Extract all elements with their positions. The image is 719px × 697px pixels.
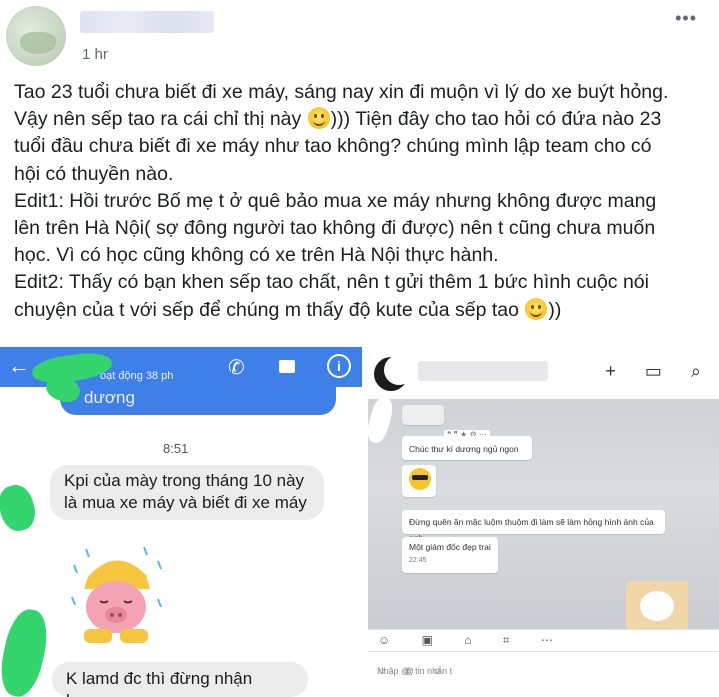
post-line: lên trên Hà Nội( sợ đông người tao không… — [14, 217, 656, 240]
post-line: Edit2: Thấy có bạn khen sếp tao chất, nê… — [14, 271, 649, 294]
chat-message-text: Một giám đốc đẹp trai — [409, 542, 491, 552]
info-icon: i — [327, 354, 351, 378]
zalo-header: + ▭ ⌕ — [368, 347, 719, 399]
message-timestamp: 22:45 — [409, 557, 427, 564]
chat-message: Chúc thư kí dương ngủ ngon — [402, 436, 532, 460]
contact-name-redacted — [418, 361, 548, 381]
received-message-bubble: K lamd đc thì đừng nhận lương — [52, 662, 308, 697]
phone-icon: ✆ — [228, 357, 245, 379]
author-avatar[interactable] — [6, 6, 66, 66]
message-time: 8:51 — [163, 441, 189, 456]
input-icons: ☺ @ ☺ — [377, 666, 450, 676]
video-camera-icon — [279, 360, 295, 373]
post-line: học. Vì có học cũng không có xe trên Hà … — [14, 244, 499, 267]
sticker-message — [626, 581, 688, 629]
post-line: tuổi đầu chưa biết đi xe máy như tao khô… — [14, 135, 652, 158]
post-line: hội có thuyền nào. — [14, 162, 174, 185]
pig-sticker-icon — [71, 546, 162, 643]
compose-toolbar: ☺ ▣ ⌂ ⌗ ⋯ — [368, 629, 719, 651]
contact-avatar — [374, 355, 414, 391]
messenger-screenshot[interactable]: ← oạt động 38 ph ✆ i dương 8:51 Kpi của … — [0, 347, 362, 697]
header-icons: + ▭ ⌕ — [605, 361, 713, 381]
smile-emoji-icon — [525, 297, 548, 320]
active-status: oạt động 38 ph — [100, 370, 174, 382]
post-line: Edit1: Hồi trước Bố mẹ t ở quê bảo mua x… — [14, 189, 657, 212]
chat-message: Một giám đốc đẹp trai 22:45 — [402, 537, 498, 573]
redacted-label — [402, 405, 444, 425]
message-input: Nhập @, tin nhắn t ☺ @ ☺ — [368, 651, 719, 697]
redaction-scribble — [0, 481, 40, 535]
sunglasses-emoji-message — [402, 465, 436, 497]
sunglasses-emoji-icon — [409, 468, 431, 490]
post-line: Tao 23 tuổi chưa biết đi xe máy, sáng na… — [14, 81, 669, 103]
crying-pig-sticker — [66, 537, 166, 647]
post-line: Vậy nên sếp tao ra cái chỉ thị này — [14, 108, 307, 131]
zalo-screenshot[interactable]: + ▭ ⌕ ❝ ❞ ★ ⚙ ⋯ Chúc thư kí dương ngủ ng… — [368, 347, 719, 697]
post-line: ))) Tiện đây cho tao hỏi có đứa nào 23 — [330, 108, 662, 131]
post-line: chuyện của t với sếp để chúng m thấy độ … — [14, 298, 525, 321]
post-timestamp[interactable]: 1 hr — [82, 46, 108, 63]
redaction-scribble — [0, 605, 53, 697]
more-options-icon[interactable]: ••• — [675, 8, 697, 29]
post-body: Tao 23 tuổi chưa biết đi xe máy, sáng na… — [14, 79, 714, 324]
back-arrow-icon: ← — [8, 353, 30, 378]
received-message-bubble: Kpi của mày trong tháng 10 này là mua xe… — [50, 465, 324, 520]
chat-message: Đừng quên ăn mặc luộm thuộm đi làm sẽ là… — [402, 510, 665, 543]
post-line: )) — [548, 298, 562, 321]
smile-emoji-icon — [307, 107, 330, 130]
sent-message-text: dương — [84, 388, 135, 407]
sent-message-bubble: dương — [60, 383, 336, 415]
author-name-redacted[interactable] — [80, 11, 214, 33]
